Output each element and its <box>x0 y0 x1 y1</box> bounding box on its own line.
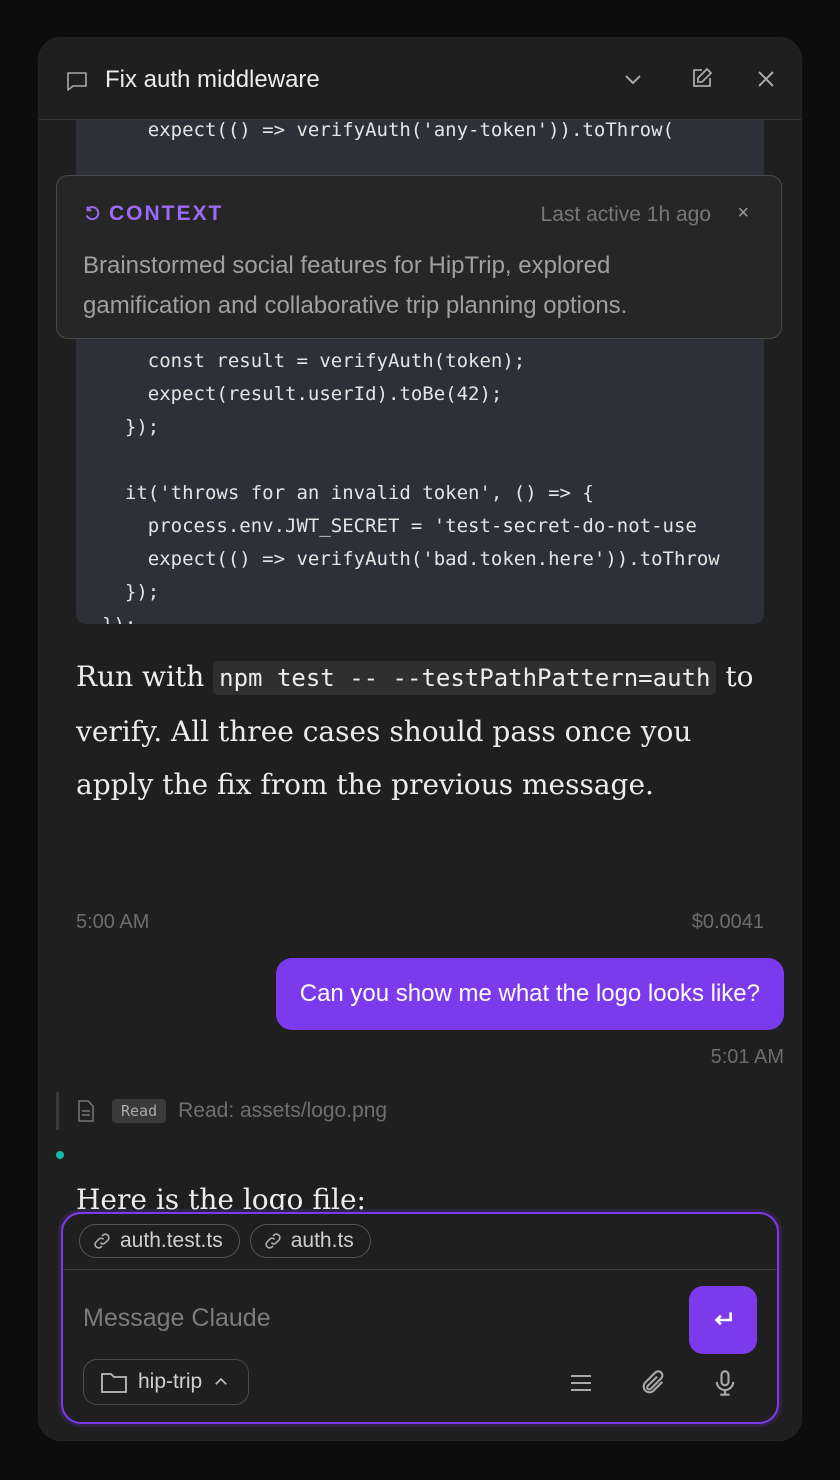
attached-files: auth.test.ts auth.ts <box>79 1224 371 1258</box>
context-title: CONTEXT <box>109 202 224 225</box>
project-selector[interactable]: hip-trip <box>83 1359 250 1405</box>
context-header: CONTEXT <box>83 202 223 226</box>
user-message-timestamp: 5:01 AM <box>710 1046 784 1068</box>
composer: auth.test.ts auth.ts hip-trip <box>61 1212 779 1424</box>
paperclip-icon[interactable] <box>639 1369 667 1397</box>
message-text: Run with <box>76 660 214 693</box>
chevron-down-icon[interactable] <box>621 67 645 91</box>
close-icon[interactable] <box>754 67 778 91</box>
context-summary: Brainstormed social features for HipTrip… <box>83 252 628 319</box>
chevron-up-icon <box>215 1377 228 1385</box>
tool-badge: Read <box>112 1099 167 1123</box>
file-chip-label: auth.ts <box>290 1229 354 1252</box>
message-list[interactable]: expect(() => verifyAuth('any-token')).to… <box>39 120 801 1210</box>
composer-divider <box>63 1269 777 1270</box>
code-line: expect(() => verifyAuth('any-token')).to… <box>147 120 674 141</box>
code-line: }); <box>102 614 136 624</box>
status-dot <box>56 1151 64 1159</box>
context-close-button[interactable]: × <box>737 202 749 225</box>
enter-icon <box>714 1312 732 1326</box>
send-button[interactable] <box>689 1286 757 1354</box>
conversation-title: Fix auth middleware <box>105 66 320 93</box>
code-line: process.env.JWT_SECRET = 'test-secret-do… <box>147 515 697 537</box>
header: Fix auth middleware <box>39 38 801 120</box>
link-icon <box>94 1233 110 1249</box>
context-time: Last active 1h ago <box>540 203 711 226</box>
edit-icon[interactable] <box>690 66 714 90</box>
user-message-bubble: Can you show me what the logo looks like… <box>275 958 784 1030</box>
file-icon <box>78 1100 94 1122</box>
code-line: }); <box>124 416 160 438</box>
assistant-message: Run with npm test -- --testPathPattern=a… <box>76 650 756 811</box>
chat-panel: Fix auth middleware expect(() => verifyA… <box>39 38 801 1440</box>
project-name: hip-trip <box>138 1370 203 1393</box>
list-icon[interactable] <box>567 1369 595 1397</box>
link-icon <box>265 1233 281 1249</box>
code-line: expect(() => verifyAuth('bad.token.here'… <box>147 548 720 570</box>
message-input[interactable] <box>83 1298 663 1338</box>
folder-icon <box>101 1373 127 1393</box>
tool-call-text: Read: assets/logo.png <box>178 1099 388 1122</box>
assistant-reply: Here is the logo file: <box>76 1183 366 1210</box>
context-card: CONTEXT Last active 1h ago × Brainstorme… <box>56 175 782 339</box>
file-chip-label: auth.test.ts <box>120 1229 223 1252</box>
code-line: it('throws for an invalid token', () => … <box>124 482 594 504</box>
refresh-icon <box>85 206 100 221</box>
message-timestamp: 5:00 AM <box>76 911 150 933</box>
message-cost: $0.0041 <box>691 911 764 933</box>
chat-icon <box>67 72 87 91</box>
file-chip[interactable]: auth.test.ts <box>79 1224 240 1258</box>
inline-code: npm test -- --testPathPattern=auth <box>213 661 717 695</box>
file-chip[interactable]: auth.ts <box>249 1224 371 1258</box>
microphone-icon[interactable] <box>711 1369 739 1397</box>
code-line: const result = verifyAuth(token); <box>147 350 526 372</box>
code-line: expect(result.userId).toBe(42); <box>147 383 503 405</box>
code-line: }); <box>124 581 160 603</box>
tool-call-row[interactable]: Read Read: assets/logo.png <box>56 1092 759 1130</box>
